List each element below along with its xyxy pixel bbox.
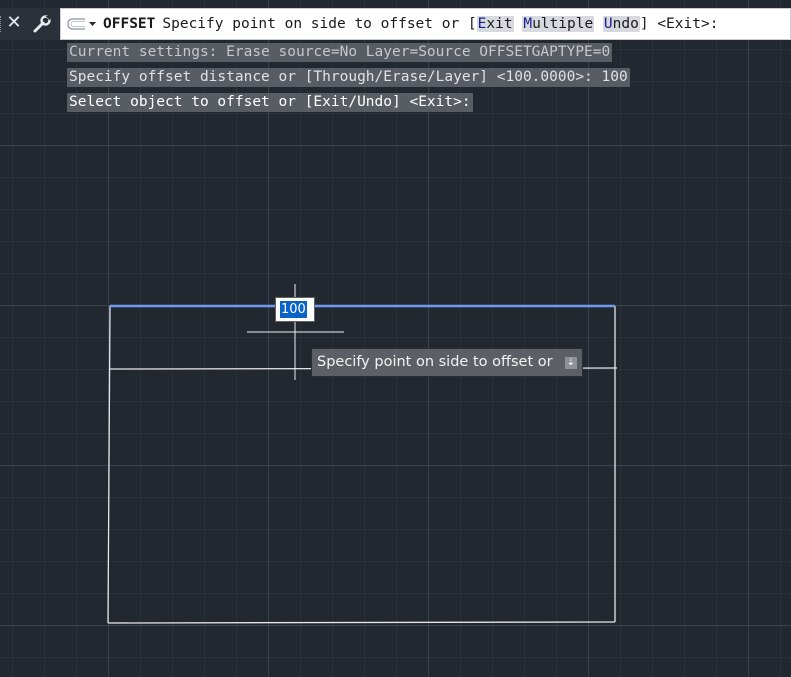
option-undo[interactable]: Undo bbox=[602, 16, 640, 32]
wrench-icon[interactable] bbox=[32, 14, 52, 34]
command-prompt-suffix: ] <Exit>: bbox=[639, 16, 719, 32]
command-name: OFFSET bbox=[103, 16, 156, 32]
command-line-bar: ✕ OFFSET Specify point on side to offset… bbox=[0, 8, 791, 40]
tooltip-prompt: Specify point on side to offset or bbox=[317, 354, 553, 370]
history-line: Select object to offset or [Exit/Undo] <… bbox=[67, 93, 473, 112]
dynamic-input-tooltip: Specify point on side to offset or ⇣ bbox=[311, 348, 583, 377]
option-multiple-hotkey: M bbox=[523, 16, 533, 32]
command-history-icon[interactable] bbox=[65, 15, 101, 33]
option-exit-rest: xit bbox=[486, 16, 513, 32]
history-line: Current settings: Erase source=No Layer=… bbox=[67, 43, 613, 62]
down-arrow-icon[interactable]: ⇣ bbox=[565, 357, 577, 369]
drag-grip[interactable] bbox=[0, 16, 3, 32]
option-exit[interactable]: Exit bbox=[476, 16, 514, 32]
history-line: Specify offset distance or [Through/Eras… bbox=[67, 68, 630, 87]
option-multiple[interactable]: Multiple bbox=[522, 16, 595, 32]
command-input[interactable]: OFFSET Specify point on side to offset o… bbox=[60, 8, 791, 40]
command-line-handle: ✕ bbox=[0, 8, 60, 40]
dynamic-input-value: 100 bbox=[280, 301, 307, 318]
option-undo-hotkey: U bbox=[603, 16, 613, 32]
option-undo-rest: ndo bbox=[612, 16, 639, 32]
close-icon[interactable]: ✕ bbox=[6, 13, 22, 33]
option-multiple-rest: ultiple bbox=[532, 16, 594, 32]
command-prompt: Specify point on side to offset or [ bbox=[162, 16, 477, 32]
rect-left-edge[interactable] bbox=[107, 305, 111, 624]
dynamic-input-field[interactable]: 100 bbox=[275, 297, 315, 322]
rect-bottom-edge[interactable] bbox=[107, 621, 616, 624]
